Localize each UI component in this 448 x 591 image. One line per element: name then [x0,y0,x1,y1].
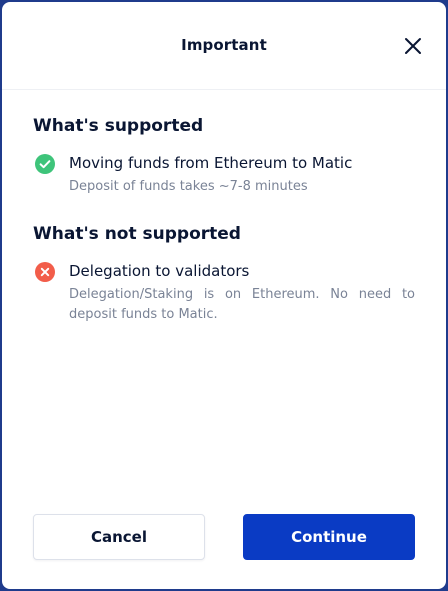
close-button[interactable] [402,35,424,57]
x-circle-icon [35,262,55,282]
continue-button[interactable]: Continue [243,514,415,560]
important-dialog: Important What's supported Moving funds … [2,2,446,589]
not-supported-item-description: Delegation/Staking is on Ethereum. No ne… [69,287,415,322]
not-supported-item-title: Delegation to validators [69,262,250,280]
close-icon [405,38,421,54]
check-circle-icon [35,154,55,174]
cancel-button[interactable]: Cancel [33,514,205,560]
supported-item-title: Moving funds from Ethereum to Matic [69,154,353,172]
supported-heading: What's supported [33,116,204,136]
supported-item-description: Deposit of funds takes ~7-8 minutes [69,179,308,194]
not-supported-heading: What's not supported [33,224,241,244]
dialog-title: Important [181,36,267,54]
dialog-header: Important [2,2,446,90]
